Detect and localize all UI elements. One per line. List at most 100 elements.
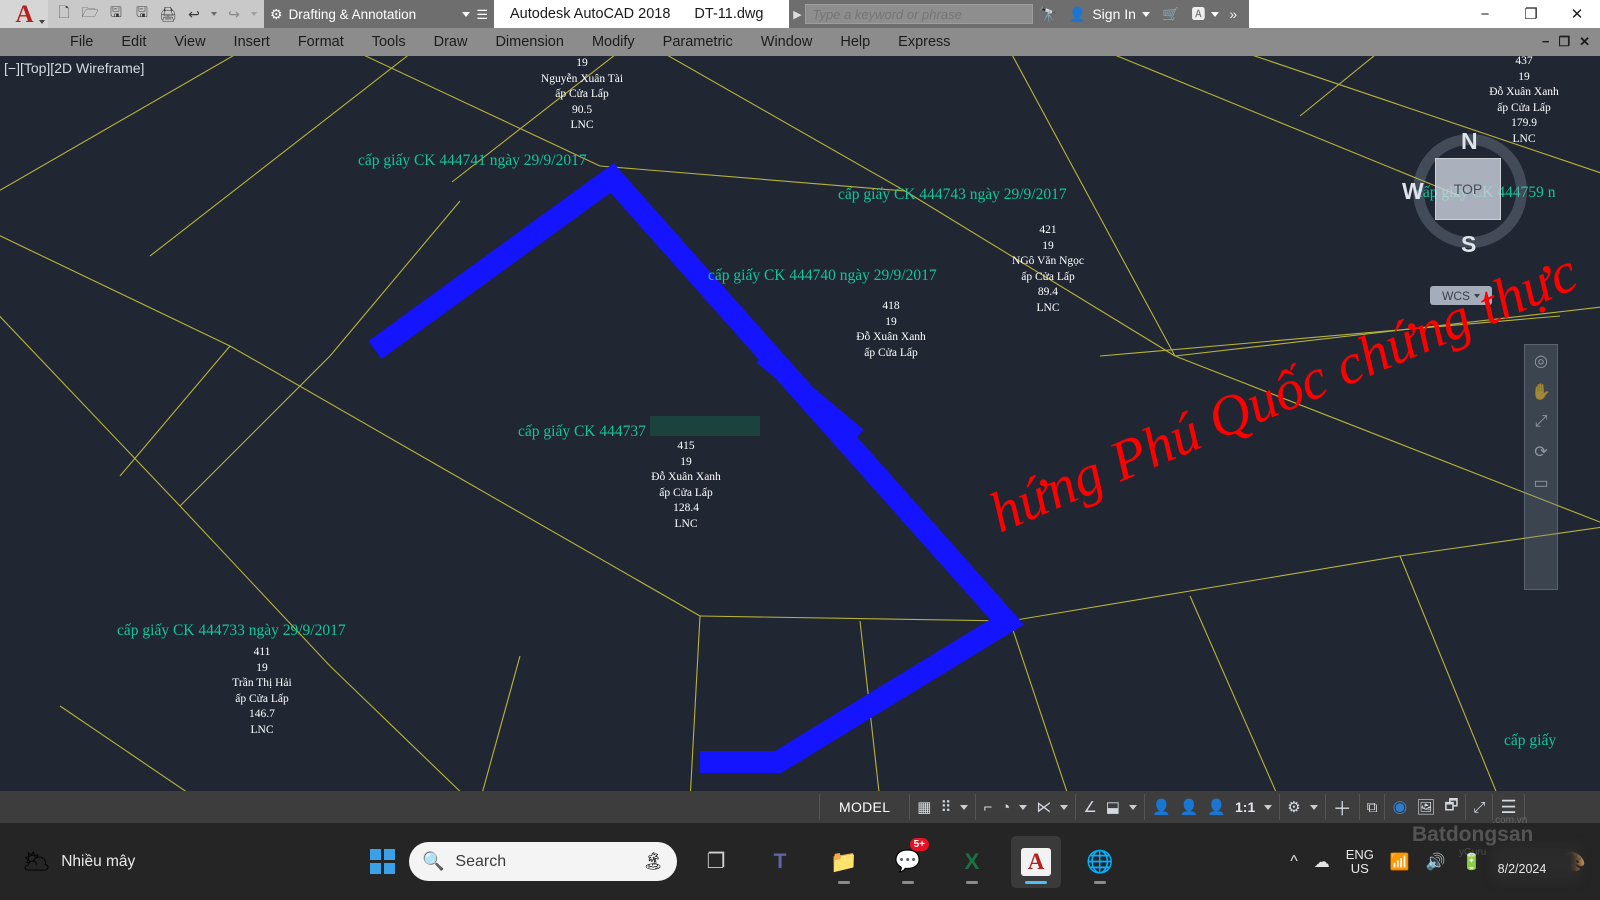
model-paper-toggle[interactable]: MODEL — [819, 794, 911, 820]
doc-restore-button[interactable]: ❐ — [1558, 34, 1570, 50]
help-dropdown-icon[interactable] — [1211, 11, 1220, 17]
taskbar-app-autocad[interactable]: A — [1011, 835, 1061, 888]
sign-in-label[interactable]: Sign In — [1092, 6, 1142, 22]
menu-item-view[interactable]: View — [160, 28, 219, 56]
doc-close-button[interactable]: ✕ — [1579, 34, 1590, 50]
compass-south-label[interactable]: S — [1461, 231, 1476, 258]
minimize-button[interactable]: − — [1462, 0, 1508, 28]
ortho-icon[interactable]: ⌐ — [983, 799, 992, 816]
taskbar-app-chrome[interactable]: 🌐 — [1075, 836, 1125, 888]
weather-widget[interactable]: 🌥 Nhiều mây — [0, 848, 370, 875]
compass-north-label[interactable]: N — [1461, 128, 1478, 155]
autocad-a-icon: A — [15, 0, 33, 28]
menu-item-express[interactable]: Express — [884, 28, 964, 56]
onedrive-icon[interactable]: ☁ — [1314, 852, 1330, 872]
polar-dropdown-icon[interactable] — [1019, 804, 1028, 810]
scale-dropdown-icon[interactable] — [1264, 804, 1273, 810]
taskbar-app-teams[interactable]: T — [755, 836, 805, 888]
application-menu-button[interactable]: A — [0, 0, 48, 28]
gear-icon: ⚙ — [270, 5, 283, 22]
binoculars-search-icon[interactable]: 🔭 — [1033, 6, 1062, 23]
restore-button[interactable]: ❐ — [1508, 0, 1554, 28]
isolate-icon-2[interactable]: 🖼 — [1416, 798, 1435, 816]
workspace-dropdown-icon[interactable] — [1309, 804, 1318, 810]
otrack-icon[interactable]: ∠ — [1083, 798, 1096, 816]
annotation-scale-label[interactable]: 1:1 — [1235, 799, 1255, 815]
save-icon[interactable]: 🖫 — [104, 3, 128, 25]
object-snap-icon[interactable]: ⋉ — [1036, 798, 1051, 816]
menu-item-draw[interactable]: Draw — [420, 28, 482, 56]
annotation-group: 👤 👤 👤 1:1 — [1143, 794, 1281, 820]
compass-west-label[interactable]: W — [1402, 178, 1424, 205]
grid-icon[interactable]: ▦ — [917, 798, 931, 816]
menu-item-help[interactable]: Help — [826, 28, 884, 56]
viewcube-top-face[interactable]: TOP — [1435, 158, 1501, 220]
save-as-icon[interactable]: 🖫 — [130, 3, 154, 25]
search-input[interactable] — [805, 4, 1034, 24]
expand-icon[interactable]: » — [1219, 6, 1243, 22]
model-tab-label[interactable]: MODEL — [827, 799, 902, 815]
isolate-group: ⧉ — [1358, 794, 1386, 820]
drawing-canvas[interactable]: [−][Top][2D Wireframe] cấp giấy CK 44474… — [0, 56, 1600, 791]
autodesk-360-icon[interactable]: 🅰 — [1185, 4, 1211, 24]
wifi-icon[interactable]: 📶 — [1390, 852, 1410, 872]
gear-icon[interactable]: ⚙ — [1287, 798, 1300, 816]
chevron-right-icon[interactable]: ▶ — [789, 8, 805, 21]
isolate-objects-icon[interactable]: ⧉ — [1367, 799, 1378, 816]
sign-in-dropdown-icon[interactable] — [1141, 11, 1150, 17]
doc-minimize-button[interactable]: − — [1542, 34, 1550, 50]
clock-date-label: 8/2/2024 — [1497, 861, 1547, 876]
hardware-accel-icon[interactable]: ◉ — [1392, 797, 1407, 817]
plus-icon[interactable]: ＋ — [1333, 794, 1352, 821]
parcel-418-line-2: Đỗ Xuân Xanh — [856, 331, 926, 343]
taskbar-app-zalo[interactable]: 💬 5+ — [883, 836, 933, 888]
osnap-dropdown-icon[interactable] — [1060, 804, 1069, 810]
redo-dropdown-icon[interactable] — [251, 12, 257, 16]
parcel-415-line-4: 128.4 — [673, 502, 699, 514]
undo-icon[interactable]: ↩ — [182, 3, 206, 25]
show-hidden-icons-chevron-icon[interactable]: ^ — [1290, 853, 1298, 871]
annotation-visibility-icon[interactable]: 👤 — [1152, 798, 1171, 816]
taskbar-app-file-explorer[interactable]: 📁 — [819, 836, 869, 888]
undo-dropdown-icon[interactable] — [211, 12, 217, 16]
open-icon[interactable]: 🗁 — [78, 3, 102, 25]
chevron-down-icon[interactable] — [462, 11, 471, 17]
cert-label-444733: cấp giấy CK 444733 ngày 29/9/2017 — [117, 622, 346, 639]
taskbar-app-task-view[interactable]: ❐ — [691, 836, 741, 888]
menu-item-parametric[interactable]: Parametric — [649, 28, 747, 56]
fullscreen-icon[interactable]: ⤢ — [1473, 799, 1485, 816]
parcel-411-line-0: 411 — [253, 646, 271, 658]
taskbar-search[interactable]: 🔍 Search 🏝 — [409, 842, 677, 881]
snap-icon[interactable]: ⠿ — [940, 798, 951, 816]
menu-item-window[interactable]: Window — [747, 28, 827, 56]
menu-item-tools[interactable]: Tools — [358, 28, 420, 56]
taskbar-app-excel[interactable]: X — [947, 836, 997, 888]
document-name: DT-11.dwg — [694, 6, 764, 22]
menu-item-file[interactable]: File — [56, 28, 107, 56]
ucs-icon[interactable]: ⬓ — [1106, 798, 1120, 816]
snap-dropdown-icon[interactable] — [960, 804, 969, 810]
new-icon[interactable]: 🗋 — [52, 3, 76, 25]
polar-tracking-icon[interactable]: ◔ — [1001, 799, 1010, 816]
parcel-label-411: 411 19 Trần Thị Hải ấp Cửa Lấp 146.7 LNC — [232, 645, 291, 738]
menu-item-insert[interactable]: Insert — [220, 28, 284, 56]
annotation-monitor-icon[interactable]: 👤 — [1207, 798, 1226, 816]
autodesk-app-store-icon[interactable]: 🛒 — [1150, 6, 1185, 23]
plot-icon[interactable]: 🖨 — [156, 3, 180, 25]
batdongsan-name-label: Batdongsan — [1412, 823, 1534, 846]
viewcube[interactable]: TOP N W S — [1395, 116, 1545, 266]
menu-item-format[interactable]: Format — [284, 28, 358, 56]
menu-item-modify[interactable]: Modify — [578, 28, 649, 56]
menu-item-edit[interactable]: Edit — [107, 28, 160, 56]
language-indicator[interactable]: ENG US — [1346, 847, 1374, 876]
ucs-dropdown-icon[interactable] — [1128, 804, 1137, 810]
start-button[interactable] — [370, 849, 395, 874]
redo-icon[interactable]: ↪ — [222, 3, 246, 25]
menu-item-dimension[interactable]: Dimension — [481, 28, 578, 56]
qat-menu-icon[interactable]: ☰ — [476, 8, 488, 21]
user-account-icon[interactable]: 👤 — [1063, 6, 1092, 23]
close-button[interactable]: ✕ — [1554, 0, 1600, 28]
viewport-label[interactable]: [−][Top][2D Wireframe] — [4, 60, 144, 76]
workspace-switcher[interactable]: ⚙ Drafting & Annotation ☰ — [264, 0, 494, 28]
autoscale-icon[interactable]: 👤 — [1180, 798, 1199, 816]
